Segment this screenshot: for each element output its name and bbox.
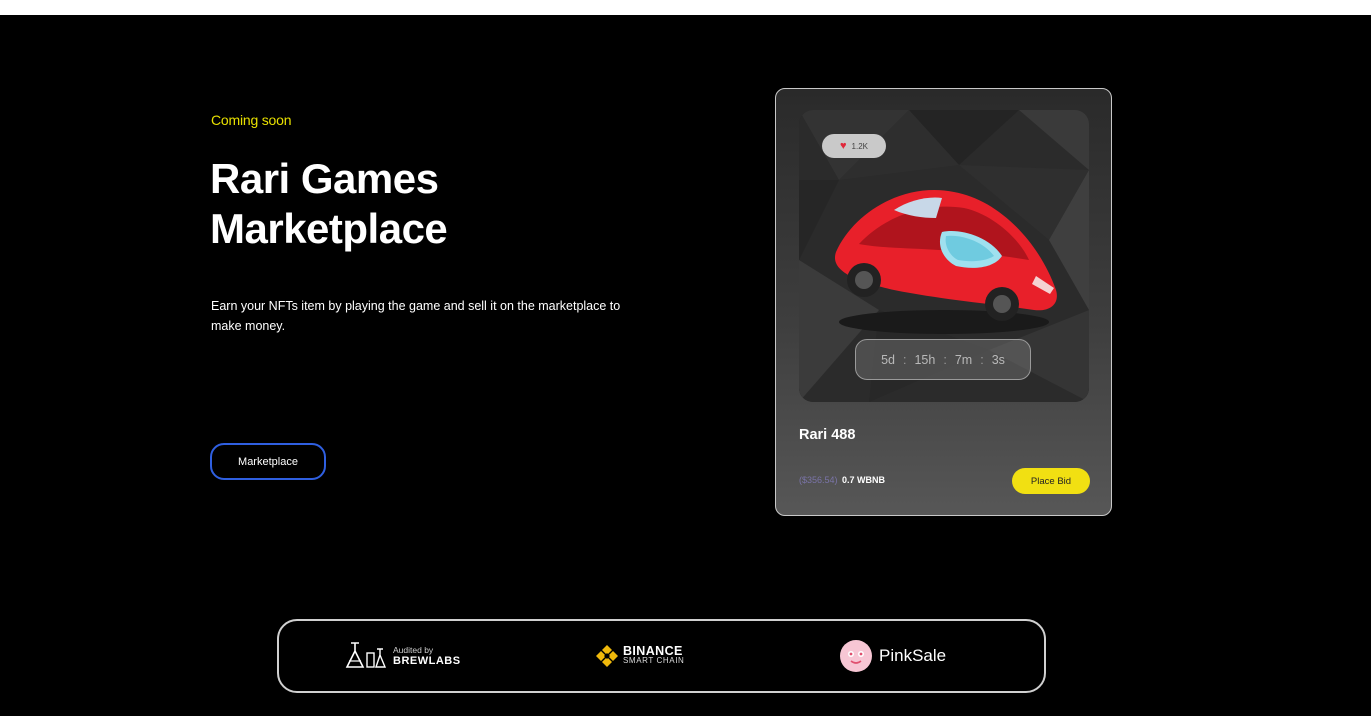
countdown-days: 5d: [881, 352, 895, 367]
nft-artwork: ♥ 1.2K 5d : 15h : 7m : 3s: [799, 110, 1089, 402]
countdown-separator: :: [903, 352, 907, 367]
lab-flask-icon: [345, 642, 387, 668]
likes-count: 1.2K: [851, 141, 868, 151]
pinksale-partner[interactable]: PinkSale: [840, 640, 946, 672]
countdown-timer: 5d : 15h : 7m : 3s: [855, 339, 1031, 380]
nft-price: ($356.54) 0.7 WBNB: [799, 475, 885, 485]
countdown-separator: :: [943, 352, 947, 367]
hero-description: Earn your NFTs item by playing the game …: [211, 296, 691, 336]
place-bid-button[interactable]: Place Bid: [1012, 468, 1090, 494]
red-sports-car: [834, 190, 1057, 334]
likes-badge[interactable]: ♥ 1.2K: [822, 134, 886, 158]
nft-name: Rari 488: [799, 427, 856, 443]
hero-title-line-2: Marketplace: [210, 205, 448, 252]
hero-title: Rari Games Marketplace: [210, 154, 448, 254]
partners-bar: Audited by BREWLABS BINANCE SMART CHAIN: [277, 619, 1046, 693]
pinksale-logo-icon: [840, 640, 872, 672]
countdown-seconds: 3s: [991, 352, 1005, 367]
brewlabs-partner[interactable]: Audited by BREWLABS: [345, 641, 461, 671]
binance-name: BINANCE: [623, 644, 683, 658]
binance-logo-icon: [596, 645, 618, 667]
countdown-separator: :: [980, 352, 984, 367]
top-white-bar: [0, 0, 1371, 15]
binance-partner[interactable]: BINANCE SMART CHAIN: [595, 644, 684, 668]
heart-icon: ♥: [840, 139, 847, 152]
countdown-minutes: 7m: [954, 352, 973, 367]
hero-description-line-1: Earn your NFTs item by playing the game …: [211, 299, 621, 313]
hero-title-line-1: Rari Games: [210, 155, 439, 202]
nft-card[interactable]: ♥ 1.2K 5d : 15h : 7m : 3s Rari 488 ($356…: [775, 88, 1112, 516]
brewlabs-name: BREWLABS: [393, 655, 461, 667]
price-wbnb: 0.7 WBNB: [842, 475, 886, 485]
pinksale-name: PinkSale: [879, 646, 947, 665]
hero-description-line-2: make money.: [211, 319, 286, 333]
binance-subtitle: SMART CHAIN: [623, 656, 685, 665]
price-usd: ($356.54): [799, 475, 838, 485]
countdown-hours: 15h: [914, 352, 936, 367]
marketplace-button[interactable]: Marketplace: [210, 443, 326, 480]
coming-soon-label: Coming soon: [211, 112, 292, 128]
